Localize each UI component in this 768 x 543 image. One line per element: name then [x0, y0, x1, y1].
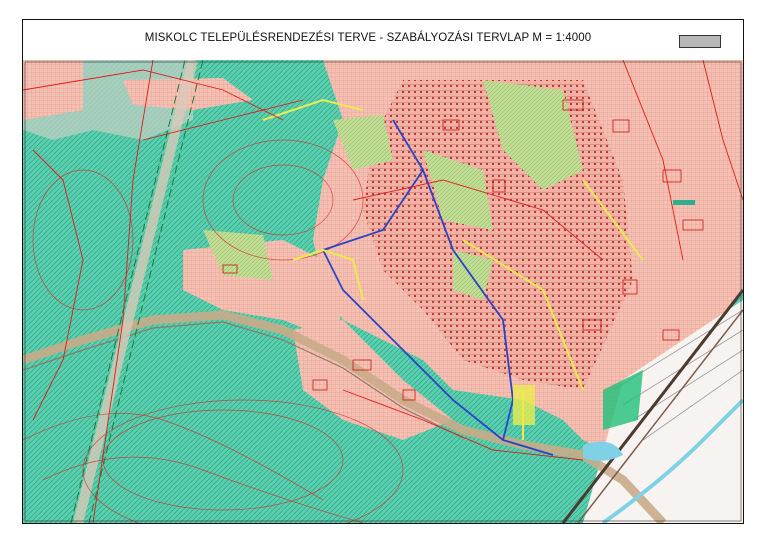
map-sheet: MISKOLC TELEPÜLÉSRENDEZÉSI TERVE - SZABÁ…: [22, 19, 744, 524]
legend-swatch: [679, 35, 721, 48]
title-block: MISKOLC TELEPÜLÉSRENDEZÉSI TERVE - SZABÁ…: [23, 20, 743, 61]
sports-field: [513, 385, 535, 425]
map-title: MISKOLC TELEPÜLÉSRENDEZÉSI TERVE - SZABÁ…: [144, 32, 592, 44]
bus-stop-marker: [673, 200, 695, 205]
residential-zone-northwest: [23, 60, 83, 120]
map-canvas[interactable]: [23, 60, 743, 523]
